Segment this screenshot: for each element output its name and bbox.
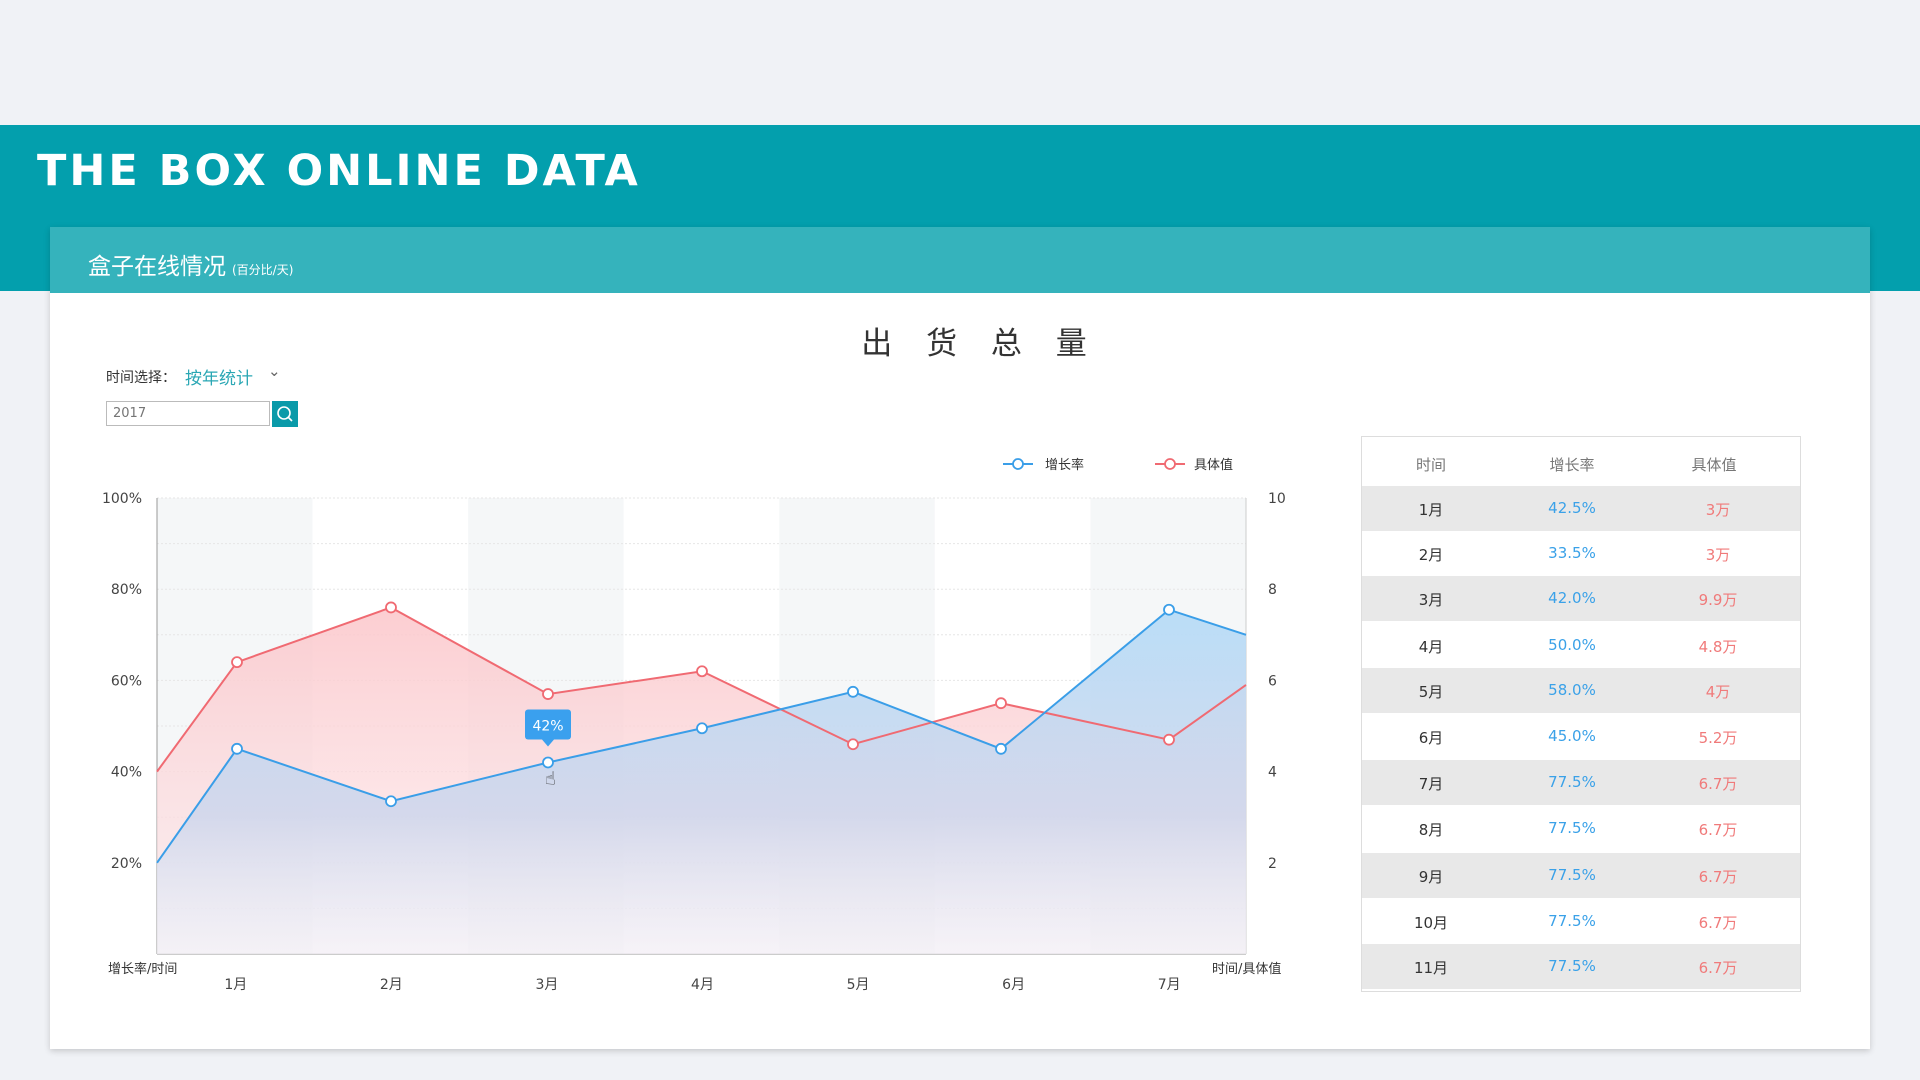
- hand-cursor-icon: ☝: [545, 768, 556, 789]
- cell-value: 6.7万: [1698, 868, 1738, 886]
- legend-label-value: 具体值: [1194, 457, 1233, 473]
- cell-growth: 42.0%: [1548, 589, 1596, 607]
- table-row: 2月 33.5% 3万: [1362, 531, 1800, 576]
- cell-time: 2月: [1418, 546, 1444, 564]
- data-point-value: [995, 697, 1007, 710]
- y-left-axis-label: 增长率/时间: [108, 961, 177, 977]
- cell-value: 6.7万: [1698, 959, 1738, 977]
- y-right-tick-label: 10: [1268, 491, 1286, 507]
- col-header-growth: 增长率: [1549, 456, 1595, 474]
- table-row: 4月 50.0% 4.8万: [1362, 623, 1800, 668]
- table-row: 5月 58.0% 4万: [1362, 668, 1800, 713]
- y-right-tick-label: 8: [1268, 582, 1277, 598]
- cell-growth: 45.0%: [1548, 727, 1596, 745]
- cell-value: 3万: [1705, 546, 1731, 564]
- cell-growth: 33.5%: [1548, 544, 1596, 562]
- cell-growth: 77.5%: [1548, 773, 1596, 791]
- x-tick-label: 4月: [691, 977, 714, 993]
- data-table: 时间 增长率 具体值 1月 42.5% 3万 2月 33.5% 3万 3月 42.0% 9.9万…: [1361, 436, 1801, 992]
- x-tick-label: 3月: [535, 977, 558, 993]
- table-row: 6月 45.0% 5.2万: [1362, 714, 1800, 759]
- cell-time: 5月: [1418, 683, 1444, 701]
- cell-time: 7月: [1418, 775, 1444, 793]
- table-row: 1月 42.5% 3万: [1362, 486, 1800, 531]
- cell-growth: 42.5%: [1548, 499, 1596, 517]
- cell-growth: 77.5%: [1548, 866, 1596, 884]
- cell-growth: 77.5%: [1548, 819, 1596, 837]
- cell-value: 6.7万: [1698, 775, 1738, 793]
- y-right-tick-label: 4: [1268, 765, 1277, 781]
- y-left-tick-label: 40%: [111, 765, 142, 781]
- data-point-value: [696, 665, 708, 678]
- table-row: 9月 77.5% 6.7万: [1362, 853, 1800, 898]
- cell-time: 1月: [1418, 501, 1444, 519]
- table-row: 7月 77.5% 6.7万: [1362, 760, 1800, 805]
- y-left-tick-label: 20%: [111, 856, 142, 872]
- cell-time: 10月: [1413, 914, 1449, 932]
- x-tick-label: 7月: [1158, 977, 1181, 993]
- data-point-value: [231, 656, 243, 669]
- cell-value: 3万: [1705, 501, 1731, 519]
- data-point-growth: [847, 685, 859, 698]
- x-tick-label: 2月: [380, 977, 403, 993]
- cell-value: 4.8万: [1698, 638, 1738, 656]
- x-tick-label: 6月: [1002, 977, 1025, 993]
- cell-value: 6.7万: [1698, 821, 1738, 839]
- tooltip-label: 42%: [532, 718, 563, 734]
- cell-time: 3月: [1418, 591, 1444, 609]
- y-left-tick-label: 60%: [111, 673, 142, 689]
- x-tick-label: 5月: [847, 977, 870, 993]
- table-row: 11月 77.5% 6.7万: [1362, 944, 1800, 989]
- cell-value: 9.9万: [1698, 591, 1738, 609]
- legend-marker-growth: [1012, 458, 1024, 470]
- cell-value: 4万: [1705, 683, 1731, 701]
- y-right-tick-label: 2: [1268, 856, 1277, 872]
- table-row: 8月 77.5% 6.7万: [1362, 806, 1800, 851]
- y-left-tick-label: 80%: [111, 582, 142, 598]
- data-point-growth: [696, 722, 708, 735]
- cell-growth: 77.5%: [1548, 912, 1596, 930]
- table-row: 3月 42.0% 9.9万: [1362, 576, 1800, 621]
- cell-time: 11月: [1413, 959, 1449, 977]
- table-header-row: 时间 增长率 具体值: [1362, 437, 1800, 482]
- cell-growth: 50.0%: [1548, 636, 1596, 654]
- y-right-axis-label: 时间/具体值: [1212, 961, 1281, 977]
- cell-value: 6.7万: [1698, 914, 1738, 932]
- cell-growth: 77.5%: [1548, 957, 1596, 975]
- data-point-growth: [231, 742, 243, 755]
- cell-time: 8月: [1418, 821, 1444, 839]
- data-point-growth: [995, 742, 1007, 755]
- x-tick-label: 1月: [224, 977, 247, 993]
- legend-marker-value: [1164, 458, 1176, 470]
- data-point-growth: [385, 795, 397, 808]
- data-point-value: [542, 688, 554, 700]
- data-point-value: [1163, 733, 1175, 746]
- cell-value: 5.2万: [1698, 729, 1738, 747]
- cell-time: 9月: [1418, 868, 1444, 886]
- y-left-tick-label: 100%: [102, 491, 142, 507]
- data-point-growth: [542, 756, 554, 769]
- table-row: 10月 77.5% 6.7万: [1362, 899, 1800, 944]
- data-point-value: [385, 601, 397, 614]
- y-right-tick-label: 6: [1268, 673, 1277, 689]
- legend-label-growth: 增长率: [1045, 457, 1084, 473]
- col-header-time: 时间: [1415, 456, 1446, 474]
- data-point-value: [847, 738, 859, 751]
- cell-growth: 58.0%: [1548, 681, 1596, 699]
- chart-area: 20% 40% 60% 80% 100% 2 4 6 8 10 1月 2月 3月 4月 5月 6月 7月 增长率/…: [102, 457, 1286, 993]
- cell-time: 4月: [1418, 638, 1444, 656]
- col-header-value: 具体值: [1691, 456, 1737, 474]
- cell-time: 6月: [1418, 729, 1444, 747]
- data-point-growth: [1163, 603, 1175, 616]
